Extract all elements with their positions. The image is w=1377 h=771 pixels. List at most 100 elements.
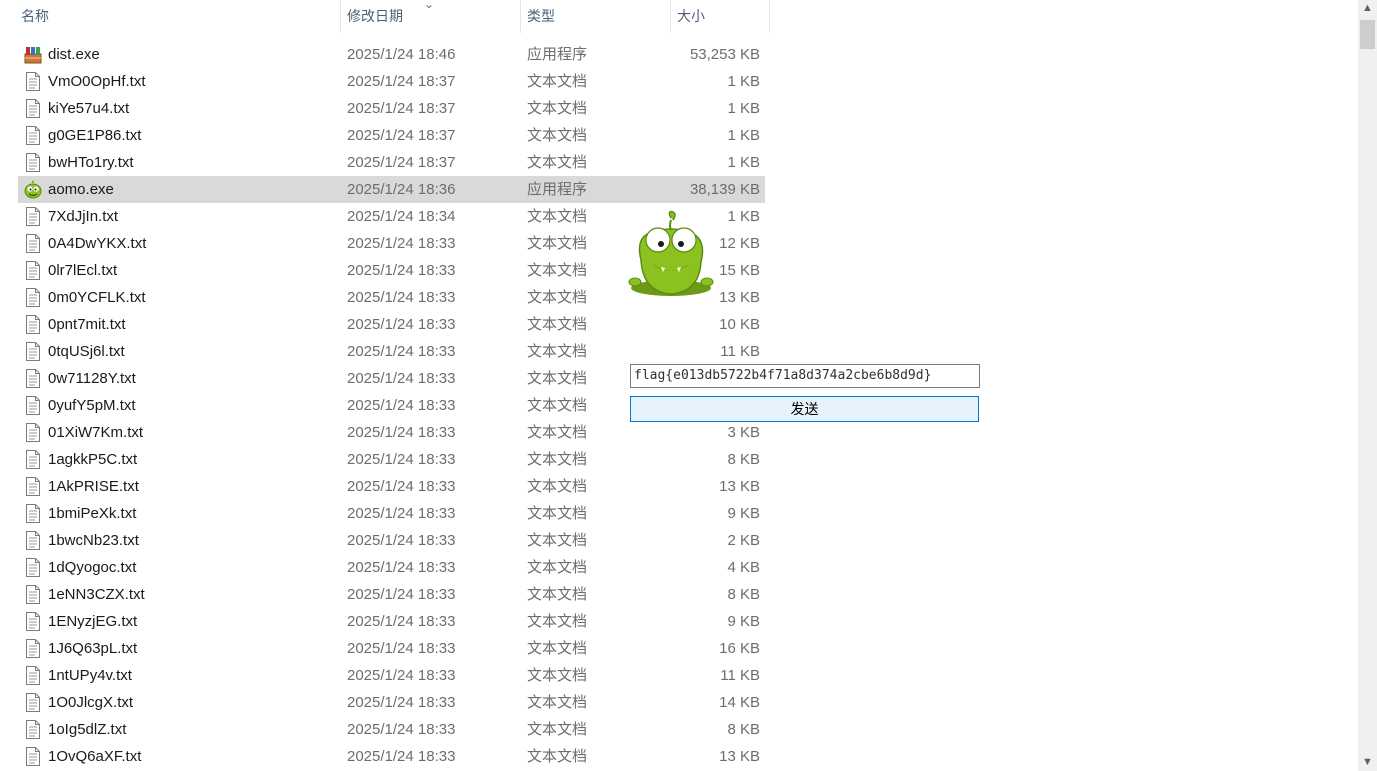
file-size: 4 KB: [727, 559, 760, 576]
file-modified-date: 2025/1/24 18:33: [347, 262, 456, 279]
file-size: 1 KB: [727, 100, 760, 117]
file-modified-date: 2025/1/24 18:33: [347, 235, 456, 252]
file-name: 0tqUSj6l.txt: [48, 343, 125, 360]
file-row[interactable]: 1oIg5dlZ.txt 2025/1/24 18:33 文本文档 8 KB: [18, 716, 765, 743]
file-modified-date: 2025/1/24 18:33: [347, 478, 456, 495]
file-row[interactable]: 1ntUPy4v.txt 2025/1/24 18:33 文本文档 11 KB: [18, 662, 765, 689]
file-modified-date: 2025/1/24 18:33: [347, 640, 456, 657]
file-size: 15 KB: [719, 262, 760, 279]
file-name: 01XiW7Km.txt: [48, 424, 144, 441]
file-name: 1oIg5dlZ.txt: [48, 721, 127, 738]
file-type: 应用程序: [527, 46, 588, 63]
file-modified-date: 2025/1/24 18:33: [347, 586, 456, 603]
file-row[interactable]: kiYe57u4.txt 2025/1/24 18:37 文本文档 1 KB: [18, 95, 765, 122]
file-type: 文本文档: [527, 235, 588, 252]
file-type: 文本文档: [527, 721, 588, 738]
file-row[interactable]: bwHTo1ry.txt 2025/1/24 18:37 文本文档 1 KB: [18, 149, 765, 176]
file-row[interactable]: aomo.exe 2025/1/24 18:36 应用程序 38,139 KB: [18, 176, 765, 203]
file-size: 1 KB: [727, 127, 760, 144]
file-name: g0GE1P86.txt: [48, 127, 142, 144]
file-name: aomo.exe: [48, 181, 114, 198]
file-size: 9 KB: [727, 613, 760, 630]
file-row[interactable]: 01XiW7Km.txt 2025/1/24 18:33 文本文档 3 KB: [18, 419, 765, 446]
column-header-name[interactable]: 名称: [15, 0, 341, 33]
file-size: 53,253 KB: [689, 46, 760, 63]
file-name: dist.exe: [48, 46, 100, 63]
file-type: 应用程序: [527, 181, 588, 198]
file-type: 文本文档: [527, 424, 588, 441]
scroll-up-arrow-icon[interactable]: ▲: [1358, 0, 1377, 17]
file-modified-date: 2025/1/24 18:34: [347, 208, 456, 225]
column-header: 名称 修改日期 类型 大小 ⌄: [0, 0, 770, 33]
file-row[interactable]: 1O0JlcgX.txt 2025/1/24 18:33 文本文档 14 KB: [18, 689, 765, 716]
file-row[interactable]: VmO0OpHf.txt 2025/1/24 18:37 文本文档 1 KB: [18, 68, 765, 95]
file-type: 文本文档: [527, 451, 588, 468]
file-modified-date: 2025/1/24 18:33: [347, 316, 456, 333]
file-size: 2 KB: [727, 532, 760, 549]
vertical-scrollbar[interactable]: ▲ ▼: [1358, 0, 1377, 771]
file-type: 文本文档: [527, 316, 588, 333]
file-row[interactable]: 1dQyogoc.txt 2025/1/24 18:33 文本文档 4 KB: [18, 554, 765, 581]
file-size: 14 KB: [719, 694, 760, 711]
file-size: 8 KB: [727, 451, 760, 468]
file-modified-date: 2025/1/24 18:33: [347, 424, 456, 441]
scroll-down-arrow-icon[interactable]: ▼: [1358, 754, 1377, 771]
column-header-size[interactable]: 大小: [671, 0, 770, 33]
file-modified-date: 2025/1/24 18:37: [347, 127, 456, 144]
file-type: 文本文档: [527, 748, 588, 765]
file-row[interactable]: 1AkPRISE.txt 2025/1/24 18:33 文本文档 13 KB: [18, 473, 765, 500]
file-row[interactable]: dist.exe 2025/1/24 18:46 应用程序 53,253 KB: [18, 41, 765, 68]
file-size: 10 KB: [719, 316, 760, 333]
file-name: kiYe57u4.txt: [48, 100, 130, 117]
file-row[interactable]: 0tqUSj6l.txt 2025/1/24 18:33 文本文档 11 KB: [18, 338, 765, 365]
file-type: 文本文档: [527, 559, 588, 576]
file-size: 1 KB: [727, 73, 760, 90]
file-type: 文本文档: [527, 127, 588, 144]
file-type: 文本文档: [527, 262, 588, 279]
om-nom-mascot-icon: [628, 210, 714, 296]
file-type: 文本文档: [527, 694, 588, 711]
file-name: 1dQyogoc.txt: [48, 559, 137, 576]
file-row[interactable]: 1eNN3CZX.txt 2025/1/24 18:33 文本文档 8 KB: [18, 581, 765, 608]
file-size: 16 KB: [719, 640, 760, 657]
file-row[interactable]: g0GE1P86.txt 2025/1/24 18:37 文本文档 1 KB: [18, 122, 765, 149]
file-row[interactable]: 1agkkP5C.txt 2025/1/24 18:33 文本文档 8 KB: [18, 446, 765, 473]
file-size: 8 KB: [727, 586, 760, 603]
send-button[interactable]: 发送: [630, 396, 979, 422]
file-row[interactable]: 0pnt7mit.txt 2025/1/24 18:33 文本文档 10 KB: [18, 311, 765, 338]
file-row[interactable]: 1OvQ6aXF.txt 2025/1/24 18:33 文本文档 13 KB: [18, 743, 765, 770]
file-modified-date: 2025/1/24 18:33: [347, 748, 456, 765]
file-name: 0A4DwYKX.txt: [48, 235, 147, 252]
file-size: 11 KB: [720, 343, 760, 360]
scrollbar-thumb[interactable]: [1360, 20, 1375, 49]
file-modified-date: 2025/1/24 18:33: [347, 370, 456, 387]
file-modified-date: 2025/1/24 18:33: [347, 559, 456, 576]
file-modified-date: 2025/1/24 18:33: [347, 694, 456, 711]
flag-input[interactable]: flag{e013db5722b4f71a8d374a2cbe6b8d9d}: [630, 364, 980, 388]
file-type: 文本文档: [527, 289, 588, 306]
file-type: 文本文档: [527, 532, 588, 549]
file-modified-date: 2025/1/24 18:33: [347, 721, 456, 738]
file-size: 11 KB: [720, 667, 760, 684]
file-row[interactable]: 1J6Q63pL.txt 2025/1/24 18:33 文本文档 16 KB: [18, 635, 765, 662]
file-name: 1bwcNb23.txt: [48, 532, 139, 549]
file-type: 文本文档: [527, 397, 588, 414]
file-type: 文本文档: [527, 208, 588, 225]
file-modified-date: 2025/1/24 18:46: [347, 46, 456, 63]
file-type: 文本文档: [527, 343, 588, 360]
file-size: 12 KB: [719, 235, 760, 252]
file-row[interactable]: 1bmiPeXk.txt 2025/1/24 18:33 文本文档 9 KB: [18, 500, 765, 527]
file-type: 文本文档: [527, 100, 588, 117]
file-name: 0pnt7mit.txt: [48, 316, 126, 333]
file-name: 1eNN3CZX.txt: [48, 586, 145, 603]
file-modified-date: 2025/1/24 18:33: [347, 343, 456, 360]
column-header-type[interactable]: 类型: [521, 0, 671, 33]
file-name: 1ntUPy4v.txt: [48, 667, 132, 684]
file-size: 13 KB: [719, 478, 760, 495]
file-row[interactable]: 1ENyzjEG.txt 2025/1/24 18:33 文本文档 9 KB: [18, 608, 765, 635]
file-size: 13 KB: [719, 748, 760, 765]
file-name: 0m0YCFLK.txt: [48, 289, 146, 306]
file-type: 文本文档: [527, 370, 588, 387]
file-row[interactable]: 1bwcNb23.txt 2025/1/24 18:33 文本文档 2 KB: [18, 527, 765, 554]
file-name: 1J6Q63pL.txt: [48, 640, 138, 657]
